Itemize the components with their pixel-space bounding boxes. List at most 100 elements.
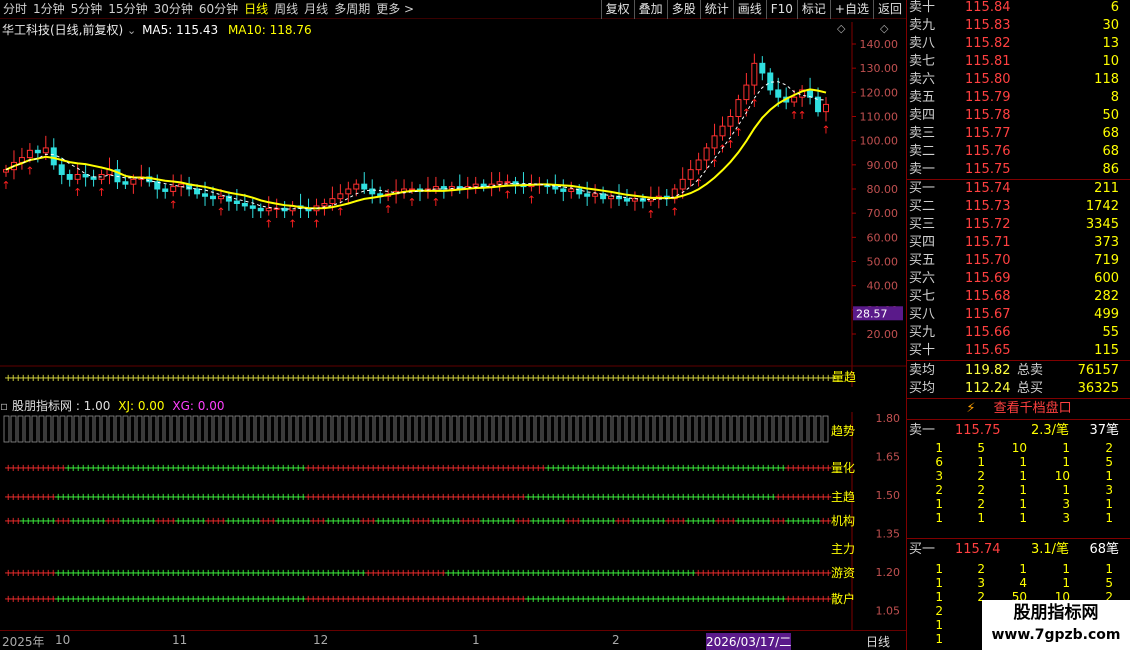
current-date: 2026/03/17/二 (706, 633, 792, 650)
sell1-grid-cell: 1 (1105, 469, 1113, 483)
candle (257, 207, 264, 212)
time-label-3: 12 (313, 633, 329, 647)
buy1-grid-row: 1 3 4 1 5 (907, 576, 1121, 590)
toolbar-button-5[interactable]: F10 (765, 0, 797, 19)
sell1-grid-cell: 10 (1054, 469, 1070, 483)
candle (751, 62, 758, 86)
sell1-grid-row: 1 5 10 1 2 (907, 441, 1121, 455)
candle (432, 186, 439, 190)
toolbar-button-6[interactable]: 标记 (796, 0, 830, 19)
buy-arrow-icon: ↑ (726, 138, 735, 151)
buy-arrow-icon: ↑ (97, 186, 106, 199)
toolbar-button-8[interactable]: 返回 (872, 0, 906, 19)
sell1-grid-cell: 2 (935, 483, 943, 497)
buy-arrow-icon: ↑ (670, 206, 679, 219)
indicator-chart[interactable]: 1.801.651.501.351.201.05趋势++++++++++++++… (0, 412, 906, 630)
avg-buy-total: 36325 (1077, 381, 1119, 396)
tab-2[interactable]: 5分钟 (68, 0, 106, 18)
bid-label: 买四 (909, 235, 936, 250)
buy1-grid-cell: 1 (1062, 562, 1070, 576)
indicator-title[interactable]: 股朋指标网 (12, 399, 72, 413)
tab-6[interactable]: 日线 (241, 0, 271, 18)
tab-3[interactable]: 15分钟 (105, 0, 150, 18)
buy-arrow-icon: ↑ (798, 109, 807, 122)
buy1-grid-cell: 1 (1019, 562, 1027, 576)
candle (687, 169, 694, 180)
diamond-icon[interactable]: ◇ (880, 22, 889, 35)
buy-arrow-icon: ↑ (312, 218, 321, 231)
price-tick: 120.00 (860, 86, 899, 99)
toolbar-button-4[interactable]: 画线 (732, 0, 766, 19)
toolbar-buttons: 复权 叠加 多股 统计 画线 F10 标记 +自选 返回 (600, 0, 906, 19)
ask-label: 卖五 (909, 90, 936, 105)
bid-row: 买三 115.72 3345 (907, 216, 1121, 234)
ask-volume: 8 (1110, 90, 1119, 105)
ask-row: 卖八 115.82 13 (907, 35, 1121, 53)
candle (34, 149, 41, 154)
tab-10[interactable]: 更多 > (373, 0, 417, 18)
tab-5[interactable]: 60分钟 (196, 0, 241, 18)
indicator-row-label: 散户 (831, 591, 855, 606)
price-tick: 90.00 (867, 159, 899, 172)
indicator-header: ▫ 股朋指标网 : 1.00 XJ: 0.00 XG: 0.00 (0, 397, 225, 413)
indicator-row-label: 游资 (831, 566, 855, 580)
ask-row: 卖一 115.75 86 (907, 161, 1121, 179)
candle (321, 203, 328, 207)
price-tick: 100.00 (860, 135, 899, 148)
period-label[interactable]: 日线 (866, 633, 890, 650)
indicator-row-label: 量化 (831, 461, 855, 475)
square-icon[interactable]: ▫ (0, 399, 8, 413)
ask-label: 卖六 (909, 72, 936, 87)
candle (695, 159, 702, 171)
bid-volume: 115 (1094, 343, 1119, 358)
candle (361, 183, 368, 190)
buy-arrow-icon: ↑ (336, 206, 345, 219)
kline-chart[interactable]: 140.00 130.00 120.00 110.00 100.00 90.00 80.00… (0, 22, 906, 387)
candle (42, 147, 49, 154)
sell1-grid-cell: 1 (935, 497, 943, 511)
view-thousand-link[interactable]: 查看千档盘口 (994, 401, 1072, 416)
sell1-grid-cell: 5 (977, 441, 985, 455)
candle (74, 174, 81, 180)
candle (568, 188, 575, 192)
candle (209, 195, 216, 200)
candle (170, 186, 177, 192)
toolbar-button-7[interactable]: +自选 (829, 0, 873, 19)
candle (122, 181, 129, 185)
candle (66, 174, 73, 180)
avg-buy-total-label: 总买 (1017, 381, 1044, 396)
bid-volume: 3345 (1085, 217, 1119, 232)
ask-price: 115.81 (965, 54, 1011, 69)
tab-1[interactable]: 1分钟 (30, 0, 68, 18)
bid-label: 买十 (909, 343, 936, 358)
avg-sell-total-label: 总卖 (1017, 363, 1044, 378)
candle (504, 181, 511, 184)
toolbar-button-2[interactable]: 多股 (666, 0, 700, 19)
watermark-title: 股朋指标网 (1013, 603, 1099, 623)
bid-row: 买二 115.73 1742 (907, 198, 1121, 216)
bid-label: 买二 (909, 199, 936, 214)
tab-0[interactable]: 分时 (0, 0, 30, 18)
sell1-grid-cell: 1 (1062, 483, 1070, 497)
tab-7[interactable]: 周线 (271, 0, 301, 18)
indicator-tick: 1.50 (876, 489, 901, 502)
tab-9[interactable]: 多周期 (331, 0, 373, 18)
sell1-grid-cell: 1 (1105, 497, 1113, 511)
toolbar-button-3[interactable]: 统计 (699, 0, 733, 19)
time-label-2: 11 (172, 633, 188, 647)
candle (623, 198, 630, 202)
view-thousand-row[interactable]: ⚡ 查看千档盘口 (907, 399, 1130, 419)
candle (496, 181, 503, 185)
toolbar-button-1[interactable]: 叠加 (633, 0, 667, 19)
tab-8[interactable]: 月线 (301, 0, 331, 18)
ask-row: 卖三 115.77 68 (907, 125, 1121, 143)
candle (130, 178, 137, 185)
bid-label: 买九 (909, 325, 936, 340)
bid-label: 买五 (909, 253, 936, 268)
avg-buy-label: 买均 (909, 381, 936, 396)
bid-volume: 1742 (1085, 199, 1119, 214)
diamond-icon-2[interactable]: ◇ (837, 22, 846, 35)
toolbar-button-0[interactable]: 复权 (600, 0, 634, 19)
tab-4[interactable]: 30分钟 (151, 0, 196, 18)
indicator-tick: 1.20 (876, 566, 901, 579)
